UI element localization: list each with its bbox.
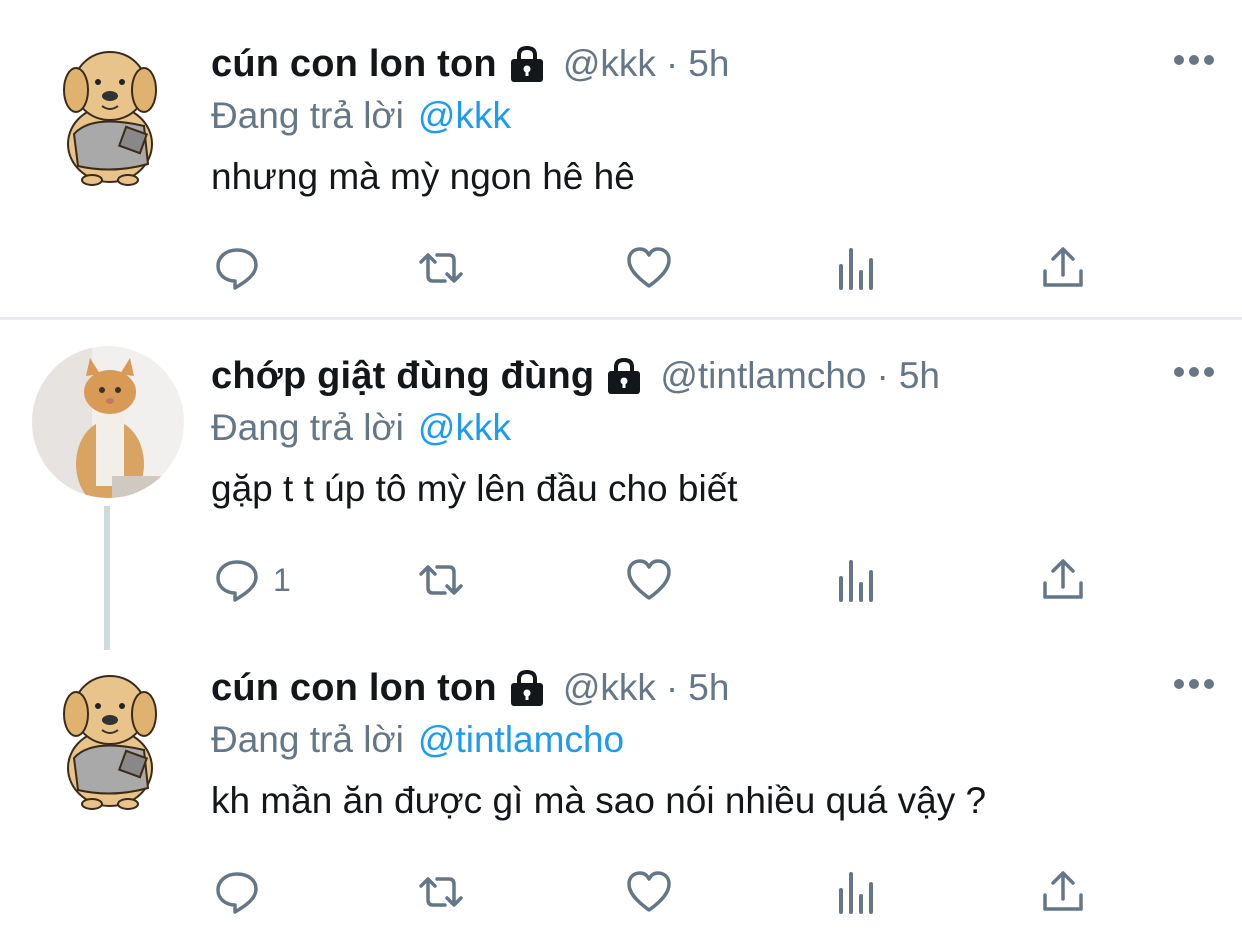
timestamp[interactable]: 5h [688,667,729,709]
replying-to-label: Đang trả lời [211,95,404,136]
retweet-icon [417,868,465,916]
replying-to: Đang trả lời @tintlamcho [211,714,1182,766]
reply-count: 1 [273,561,291,598]
lock-icon [507,44,547,84]
replying-to-link[interactable]: @kkk [418,95,511,137]
like-icon [625,244,673,292]
user-handle[interactable]: @kkk [563,667,656,709]
reply-icon [213,868,261,916]
avatar[interactable] [32,346,184,498]
dog-avatar-image [32,658,184,810]
reply-icon [213,244,261,292]
display-name[interactable]: cún con lon ton [211,667,497,710]
share-icon [1039,868,1087,916]
avatar[interactable] [32,34,184,186]
like-button[interactable] [625,238,673,298]
tweet[interactable]: cún con lon ton @kkk · 5h Đang trả lời @… [0,630,1242,940]
share-button[interactable] [1039,862,1087,922]
reply-icon [213,556,261,604]
retweet-button[interactable] [417,862,465,922]
display-name[interactable]: cún con lon ton [211,43,497,86]
retweet-icon [417,244,465,292]
share-button[interactable] [1039,238,1087,298]
more-icon[interactable] [1172,50,1216,70]
analytics-button[interactable] [833,550,881,610]
retweet-button[interactable] [417,550,465,610]
separator-dot: · [876,355,889,396]
replying-to-label: Đang trả lời [211,407,404,448]
replying-to-link[interactable]: @kkk [418,407,511,449]
more-icon[interactable] [1172,362,1216,382]
replying-to: Đang trả lời @kkk [211,402,1182,454]
like-icon [625,868,673,916]
reply-button[interactable] [213,238,273,298]
like-icon [625,556,673,604]
tweet[interactable]: chớp giật đùng đùng @tintlamcho · 5h Đan… [0,320,1242,650]
cat-avatar-image [32,346,184,498]
user-handle[interactable]: @tintlamcho [660,355,866,397]
like-button[interactable] [625,862,673,922]
tweet-header: cún con lon ton @kkk · 5h [211,662,1182,714]
analytics-icon [833,868,881,916]
tweet-text: gặp t t úp tô mỳ lên đầu cho biết [211,468,738,509]
lock-icon [604,356,644,396]
more-icon[interactable] [1172,674,1216,694]
tweet-text: kh mần ăn được gì mà sao nói nhiều quá v… [211,780,987,821]
display-name[interactable]: chớp giật đùng đùng [211,355,594,398]
timestamp[interactable]: 5h [688,43,729,85]
share-icon [1039,556,1087,604]
dog-avatar-image [32,34,184,186]
tweet-actions: 1 [211,550,1111,610]
share-button[interactable] [1039,550,1087,610]
replying-to: Đang trả lời @kkk [211,90,1182,142]
tweet-header: chớp giật đùng đùng @tintlamcho · 5h [211,350,1182,402]
avatar[interactable] [32,658,184,810]
retweet-icon [417,556,465,604]
tweet-actions [211,238,1111,298]
analytics-button[interactable] [833,862,881,922]
lock-icon [507,668,547,708]
tweet-header: cún con lon ton @kkk · 5h [211,38,1182,90]
timestamp[interactable]: 5h [899,355,940,397]
tweet[interactable]: cún con lon ton @kkk · 5h Đang trả lời @… [0,0,1242,318]
reply-button[interactable] [213,862,273,922]
analytics-icon [833,556,881,604]
separator-dot: · [665,43,679,84]
replying-to-link[interactable]: @tintlamcho [418,719,624,761]
reply-button[interactable]: 1 [213,550,291,610]
thread-line [104,506,110,650]
replying-to-label: Đang trả lời [211,719,404,760]
share-icon [1039,244,1087,292]
analytics-icon [833,244,881,292]
like-button[interactable] [625,550,673,610]
user-handle[interactable]: @kkk [563,43,656,85]
analytics-button[interactable] [833,238,881,298]
separator-dot: · [665,667,679,708]
tweet-text: nhưng mà mỳ ngon hê hê [211,156,635,197]
retweet-button[interactable] [417,238,465,298]
tweet-actions [211,862,1111,922]
